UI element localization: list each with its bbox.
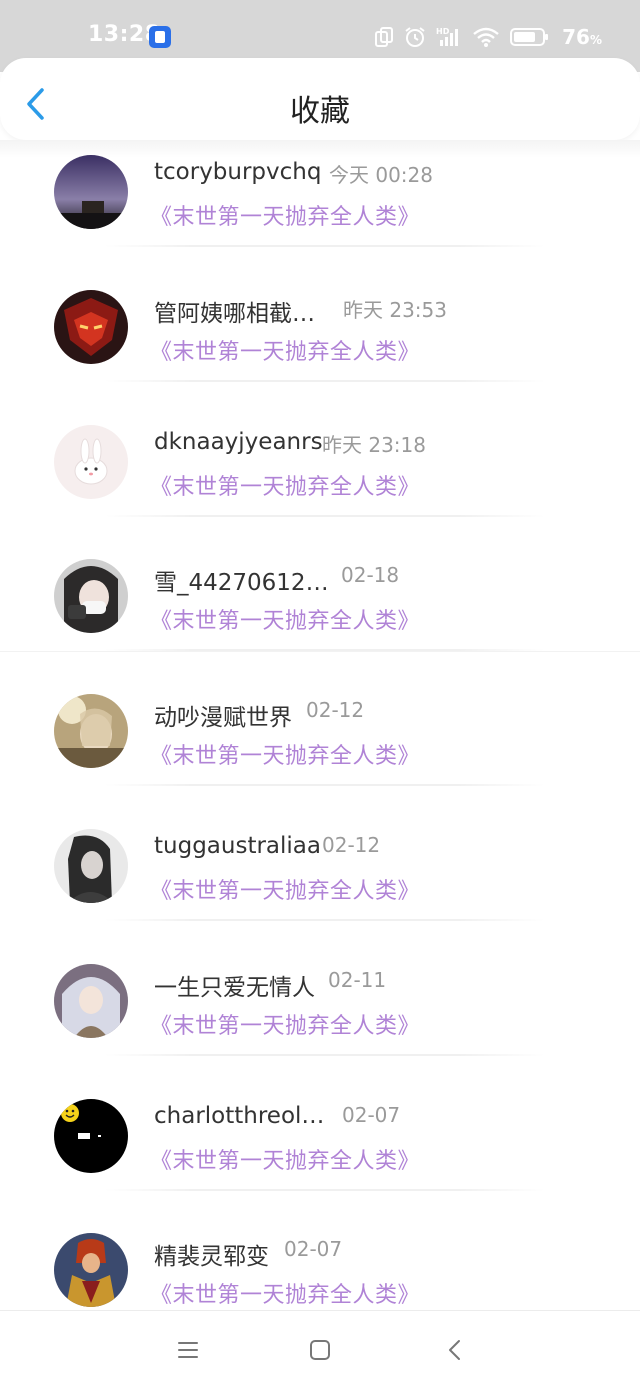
book-title[interactable]: 《末世第一天抛弃全人类》 [150,199,420,231]
book-title[interactable]: 《末世第一天抛弃全人类》 [150,469,420,501]
favorite-time: 今天 00:28 [329,163,433,187]
list-item[interactable]: dknaayjyeanrs 昨天 23:18 《末世第一天抛弃全人类》 [0,424,640,560]
screen-rotate-icon [375,27,394,47]
section-divider [0,651,640,652]
favorite-time: 昨天 23:53 [343,297,447,322]
divider [105,379,545,382]
battery-icon [510,28,549,46]
avatar[interactable] [54,289,128,364]
user-name: dknaayjyeanrs [154,428,323,455]
list-item[interactable]: tuggaustraliaa 02-12 《末世第一天抛弃全人类》 [0,828,640,964]
avatar[interactable] [54,1098,128,1173]
book-title[interactable]: 《末世第一天抛弃全人类》 [150,1143,420,1175]
avatar[interactable] [54,424,128,499]
user-name: tuggaustraliaa [154,832,321,859]
avatar[interactable] [54,963,128,1038]
user-name: 管阿姨哪相截… [154,300,315,327]
header: 收藏 [0,58,640,140]
book-title[interactable]: 《末世第一天抛弃全人类》 [150,738,420,770]
list-item[interactable]: 管阿姨哪相截… 昨天 23:53 《末世第一天抛弃全人类》 [0,289,640,425]
avatar[interactable] [54,694,128,769]
list-item[interactable]: 雪_44270612… 02-18 《末世第一天抛弃全人类》 [0,559,640,694]
home-square-icon[interactable] [305,1335,335,1365]
book-title[interactable]: 《末世第一天抛弃全人类》 [150,1008,420,1040]
avatar[interactable] [54,155,128,229]
user-name: tcoryburpvchq [154,159,322,185]
hd-signal-icon: HD [436,27,459,46]
divider [105,514,545,517]
divider [105,784,545,787]
list-item[interactable]: charlotthreol… 02-07 《末世第一天抛弃全人类》 [0,1098,640,1234]
avatar[interactable] [54,828,128,903]
book-title[interactable]: 《末世第一天抛弃全人类》 [150,873,420,905]
book-title[interactable]: 《末世第一天抛弃全人类》 [150,603,420,635]
favorite-time: 02-07 [342,1102,401,1127]
list-item[interactable]: tcoryburpvchq 今天 00:28 《末世第一天抛弃全人类》 [0,155,640,290]
app-notification-icon [149,26,171,48]
divider [105,918,545,921]
user-name: 一生只爱无情人 [154,974,315,1001]
system-nav-bar [0,1310,640,1388]
avatar[interactable] [54,559,128,634]
battery-unit: % [589,33,602,47]
divider [105,1053,545,1056]
book-title[interactable]: 《末世第一天抛弃全人类》 [150,334,420,366]
favorite-time: 昨天 23:18 [322,432,426,457]
wifi-icon [473,27,499,47]
favorites-list: tcoryburpvchq 今天 00:28 《末世第一天抛弃全人类》 管阿姨哪… [0,155,640,1368]
status-icons: HD 76% [374,24,602,50]
divider [105,1188,545,1191]
book-title[interactable]: 《末世第一天抛弃全人类》 [150,1277,420,1309]
favorite-time: 02-18 [341,563,400,588]
favorite-time: 02-12 [306,698,365,723]
divider [105,245,545,247]
menu-icon[interactable] [173,1335,203,1365]
favorite-time: 02-12 [322,832,381,857]
user-name: 精裴灵郓变 [154,1244,269,1271]
avatar[interactable] [54,1233,128,1308]
user-name: charlotthreol… [154,1102,325,1129]
list-item[interactable]: 一生只爱无情人 02-11 《末世第一天抛弃全人类》 [0,963,640,1099]
alarm-icon [405,27,425,47]
user-name: 雪_44270612… [154,570,329,597]
list-item[interactable]: 动吵漫赋世界 02-12 《末世第一天抛弃全人类》 [0,694,640,829]
page-title: 收藏 [290,94,350,129]
favorite-time: 02-11 [328,967,387,992]
battery-percent: 76% [562,25,602,49]
back-triangle-icon[interactable] [440,1335,470,1365]
user-name: 动吵漫赋世界 [154,705,292,732]
svg-text:HD: HD [436,27,450,36]
favorite-time: 02-07 [284,1237,343,1262]
